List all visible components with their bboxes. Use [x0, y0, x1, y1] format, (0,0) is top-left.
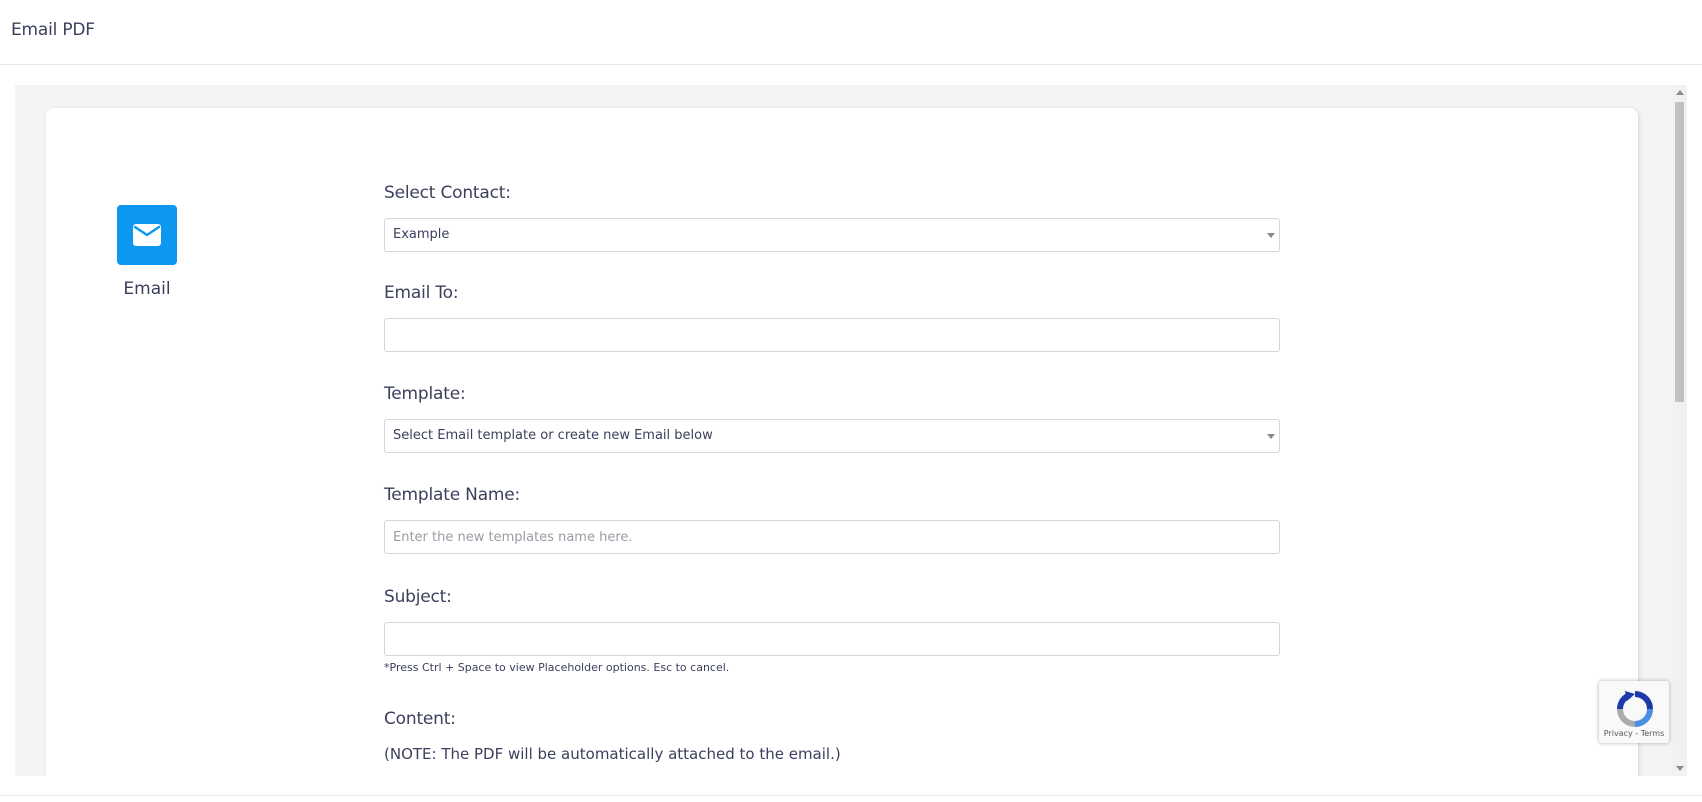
- recaptcha-icon: [1617, 691, 1653, 727]
- scrollbar-thumb[interactable]: [1675, 102, 1684, 402]
- envelope-icon: [133, 224, 161, 246]
- footer-divider: [0, 795, 1702, 796]
- chevron-down-icon: [1267, 233, 1275, 238]
- template-dropdown[interactable]: Select Email template or create new Emai…: [384, 419, 1280, 453]
- subject-input[interactable]: [384, 622, 1280, 656]
- recaptcha-links[interactable]: Privacy - Terms: [1599, 729, 1669, 738]
- email-form-card: Email Select Contact: Example Email To: …: [46, 108, 1638, 776]
- select-contact-value: Example: [393, 227, 450, 242]
- subject-hint: *Press Ctrl + Space to view Placeholder …: [384, 661, 730, 674]
- content-note: (NOTE: The PDF will be automatically att…: [384, 745, 841, 763]
- recaptcha-badge[interactable]: Privacy - Terms: [1599, 681, 1669, 743]
- top-bar: Email PDF: [0, 0, 1702, 65]
- select-contact-dropdown[interactable]: Example: [384, 218, 1280, 252]
- template-value: Select Email template or create new Emai…: [393, 428, 713, 443]
- vertical-scrollbar[interactable]: [1672, 85, 1687, 776]
- scroll-down-icon[interactable]: [1676, 766, 1684, 771]
- chevron-down-icon: [1267, 434, 1275, 439]
- email-to-input[interactable]: [384, 318, 1280, 352]
- subject-label: Subject:: [384, 587, 452, 607]
- email-caption: Email: [123, 279, 171, 299]
- page-title: Email PDF: [11, 20, 95, 40]
- content-frame: Email Select Contact: Example Email To: …: [15, 85, 1687, 776]
- select-contact-label: Select Contact:: [384, 183, 511, 203]
- content-label: Content:: [384, 709, 456, 729]
- email-icon-tile: [117, 205, 177, 265]
- email-to-label: Email To:: [384, 283, 459, 303]
- scroll-up-icon[interactable]: [1676, 90, 1684, 95]
- template-name-label: Template Name:: [384, 485, 521, 505]
- template-name-input[interactable]: [384, 520, 1280, 554]
- template-label: Template:: [384, 384, 466, 404]
